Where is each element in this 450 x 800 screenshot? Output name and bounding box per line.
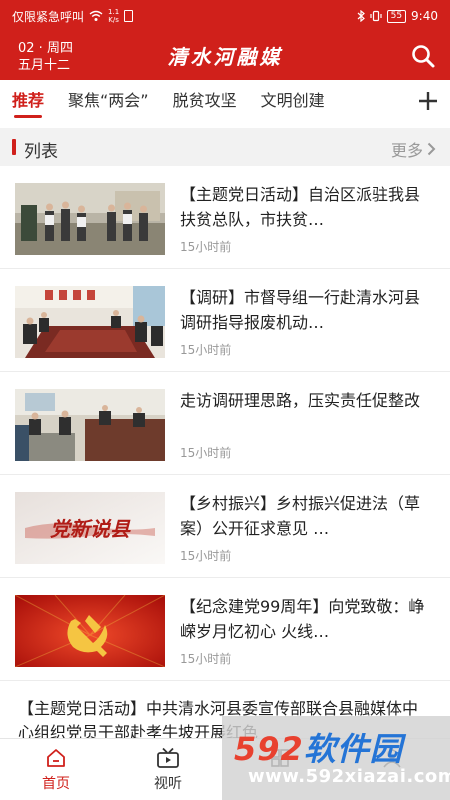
tab-recommend[interactable]: 推荐: [12, 80, 44, 122]
status-right: 55 9:40: [357, 9, 438, 23]
news-list: 【主题党日活动】自治区派驻我县扶贫总队，市扶贫… 15小时前 【调研】市督导组一…: [0, 166, 450, 751]
watermark-url: www.592xiazai.com: [248, 766, 450, 787]
bluetooth-icon: [357, 10, 365, 22]
news-title: 走访调研理思路，压实责任促整改: [180, 391, 421, 410]
net-speed: 1.1 K/s: [108, 8, 120, 24]
news-thumbnail: [15, 286, 165, 358]
news-time: 15小时前: [180, 343, 232, 357]
wifi-icon: [89, 10, 103, 21]
news-item[interactable]: 【调研】市督导组一行赴清水河县调研指导报废机动… 15小时前: [0, 269, 450, 372]
nav-home[interactable]: 首页: [26, 747, 86, 793]
news-title: 【调研】市督导组一行赴清水河县调研指导报废机动…: [180, 288, 421, 332]
news-time: 15小时前: [180, 446, 232, 460]
news-thumbnail: [15, 595, 165, 667]
news-title: 【乡村振兴】乡村振兴促进法（草案）公开征求意见 …: [180, 494, 421, 538]
plus-icon: [419, 92, 437, 110]
clock: 9:40: [411, 9, 438, 23]
news-title: 【纪念建党99周年】向党致敬：峥嵘岁月忆初心 火线…: [180, 597, 425, 641]
status-bar: 仅限紧急呼叫 1.1 K/s 55 9:40: [0, 0, 450, 32]
watermark-overlay: 592软件园 www.592xiazai.com: [222, 716, 450, 800]
search-icon[interactable]: [410, 43, 436, 69]
carrier-text: 仅限紧急呼叫: [12, 9, 85, 24]
news-item[interactable]: 党新说县 【乡村振兴】乡村振兴促进法（草案）公开征求意见 … 15小时前: [0, 475, 450, 578]
tab-poverty-alleviation[interactable]: 脱贫攻坚: [173, 80, 237, 122]
section-accent-bar: [12, 139, 16, 155]
more-link[interactable]: 更多: [391, 137, 436, 161]
section-header: 列表 更多: [0, 128, 450, 166]
sim-card-icon: [124, 10, 134, 22]
tab-civilization[interactable]: 文明创建: [261, 80, 325, 122]
watermark-brand: 592软件园: [234, 730, 403, 768]
news-thumbnail: 党新说县: [15, 492, 165, 564]
news-time: 15小时前: [180, 240, 232, 254]
tab-two-sessions[interactable]: 聚焦“两会”: [68, 80, 149, 122]
more-label: 更多: [390, 141, 423, 160]
thumbnail-calligraphy: 党新说县: [50, 517, 131, 541]
category-tabs: 推荐 聚焦“两会” 脱贫攻坚 文明创建: [0, 80, 450, 122]
vibrate-icon: [369, 10, 382, 22]
news-item[interactable]: 【主题党日活动】自治区派驻我县扶贫总队，市扶贫… 15小时前: [0, 166, 450, 269]
status-left: 仅限紧急呼叫 1.1 K/s: [12, 8, 134, 25]
add-channel-button[interactable]: [406, 80, 450, 122]
battery-icon: 55: [386, 9, 407, 23]
section-title: 列表: [24, 142, 58, 162]
news-time: 15小时前: [180, 652, 232, 666]
app-header: 02 · 周四 五月十二 清水河融媒: [0, 32, 450, 80]
news-title: 【主题党日活动】自治区派驻我县扶贫总队，市扶贫…: [180, 185, 421, 229]
tabs-fade: [394, 80, 406, 122]
news-item[interactable]: 【纪念建党99周年】向党致敬：峥嵘岁月忆初心 火线… 15小时前: [0, 578, 450, 681]
news-time: 15小时前: [180, 549, 232, 563]
news-item[interactable]: 走访调研理思路，压实责任促整改 15小时前: [0, 372, 450, 475]
news-thumbnail: [15, 389, 165, 461]
news-thumbnail: [15, 183, 165, 255]
chevron-right-icon: [427, 142, 436, 156]
video-icon: [157, 747, 179, 768]
app-title: 清水河融媒: [167, 45, 283, 69]
nav-video[interactable]: 视听: [138, 747, 198, 793]
home-icon: [47, 749, 65, 767]
